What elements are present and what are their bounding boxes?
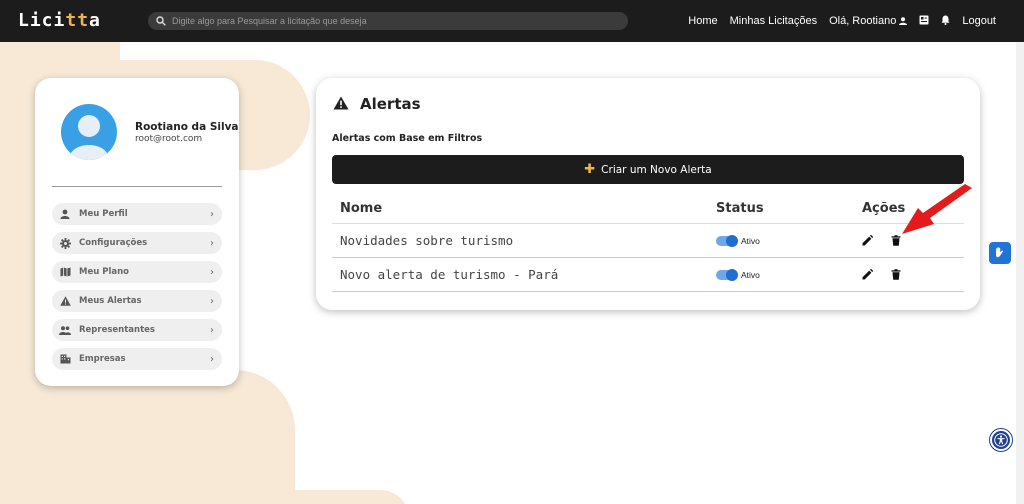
delete-icon[interactable] <box>891 269 901 280</box>
column-header-status: Status <box>716 200 764 216</box>
chevron-right-icon: › <box>210 295 214 307</box>
table-row: Novidades sobre turismo Ativo <box>332 224 964 258</box>
profile-card: Rootiano da Silva root@root.com Meu Perf… <box>35 78 239 386</box>
status-label: Ativo <box>741 235 760 246</box>
logo[interactable]: Licitta <box>18 10 101 31</box>
alert-name: Novo alerta de turismo - Pará <box>340 267 559 282</box>
chevron-right-icon: › <box>210 266 214 278</box>
create-alert-label: Criar um Novo Alerta <box>601 163 712 176</box>
menu-item-representantes[interactable]: Representantes › <box>52 319 222 341</box>
gear-icon <box>58 236 72 250</box>
accessibility-button[interactable] <box>990 429 1012 451</box>
nav-user-menu[interactable]: Olá, Rootiano <box>829 15 908 27</box>
hand-icon <box>996 247 1003 258</box>
profile-menu: Meu Perfil › Configurações › Meu Plano › <box>52 203 222 377</box>
menu-item-label: Configurações <box>79 238 148 248</box>
alerts-table: Nome Status Ações Novidades sobre turism… <box>332 193 964 292</box>
warning-icon <box>333 96 349 110</box>
chevron-right-icon: › <box>210 208 214 220</box>
search-icon <box>156 16 166 26</box>
create-alert-button[interactable]: ✚ Criar um Novo Alerta <box>332 155 964 184</box>
alerts-card: Alertas Alertas com Base em Filtros ✚ Cr… <box>316 78 980 310</box>
map-icon <box>58 265 72 279</box>
menu-item-label: Empresas <box>79 354 126 364</box>
person-icon <box>899 17 908 25</box>
nav-logout-link[interactable]: Logout <box>962 15 996 27</box>
toggle-knob <box>726 268 738 281</box>
background-shape <box>95 370 295 504</box>
menu-item-meus-alertas[interactable]: Meus Alertas › <box>52 290 222 312</box>
search-bar <box>148 12 628 30</box>
menu-item-label: Meus Alertas <box>79 296 142 306</box>
menu-item-label: Representantes <box>79 325 155 335</box>
actions-cell <box>851 269 964 280</box>
chevron-right-icon: › <box>210 237 214 249</box>
nav-minhas-licitacoes-link[interactable]: Minhas Licitações <box>730 15 817 27</box>
dashboard-icon[interactable] <box>919 15 929 28</box>
plus-icon: ✚ <box>584 162 596 177</box>
status-toggle[interactable] <box>716 268 738 281</box>
accessibility-icon <box>994 433 1008 447</box>
status-cell: Ativo <box>716 234 851 247</box>
alert-name: Novidades sobre turismo <box>340 233 514 248</box>
top-navbar: Licitta Home Minhas Licitações Olá, Root… <box>0 0 1024 42</box>
building-icon <box>58 352 72 366</box>
chevron-right-icon: › <box>210 324 214 336</box>
warning-icon <box>58 294 72 308</box>
person-icon <box>58 207 72 221</box>
menu-item-label: Meu Perfil <box>79 209 128 219</box>
bell-icon[interactable] <box>941 15 950 28</box>
status-cell: Ativo <box>716 268 851 281</box>
edit-icon[interactable] <box>862 269 873 280</box>
section-subtitle: Alertas com Base em Filtros <box>332 133 483 144</box>
status-label: Ativo <box>741 269 760 280</box>
nav-home-link[interactable]: Home <box>688 15 717 27</box>
profile-name: Rootiano da Silva <box>135 121 239 133</box>
page-title: Alertas <box>360 95 421 113</box>
menu-item-meu-perfil[interactable]: Meu Perfil › <box>52 203 222 225</box>
edit-icon[interactable] <box>862 235 873 246</box>
menu-item-meu-plano[interactable]: Meu Plano › <box>52 261 222 283</box>
toggle-knob <box>726 234 738 247</box>
red-arrow-annotation <box>902 184 972 234</box>
nav-links: Home Minhas Licitações Olá, Rootiano Log… <box>688 0 996 42</box>
divider <box>52 186 222 187</box>
sign-language-button[interactable] <box>989 242 1011 264</box>
menu-item-label: Meu Plano <box>79 267 130 277</box>
column-header-name: Nome <box>340 200 383 216</box>
search-input[interactable] <box>172 16 612 26</box>
menu-item-configuracoes[interactable]: Configurações › <box>52 232 222 254</box>
profile-email: root@root.com <box>135 134 203 144</box>
status-toggle[interactable] <box>716 234 738 247</box>
chevron-right-icon: › <box>210 353 214 365</box>
group-icon <box>58 323 72 337</box>
user-greeting: Olá, Rootiano <box>829 15 897 27</box>
table-row: Novo alerta de turismo - Pará Ativo <box>332 258 964 292</box>
background-shape <box>50 490 410 504</box>
avatar <box>61 104 117 160</box>
scrollbar-track[interactable] <box>1016 42 1024 504</box>
menu-item-empresas[interactable]: Empresas › <box>52 348 222 370</box>
table-header: Nome Status Ações <box>332 193 964 224</box>
